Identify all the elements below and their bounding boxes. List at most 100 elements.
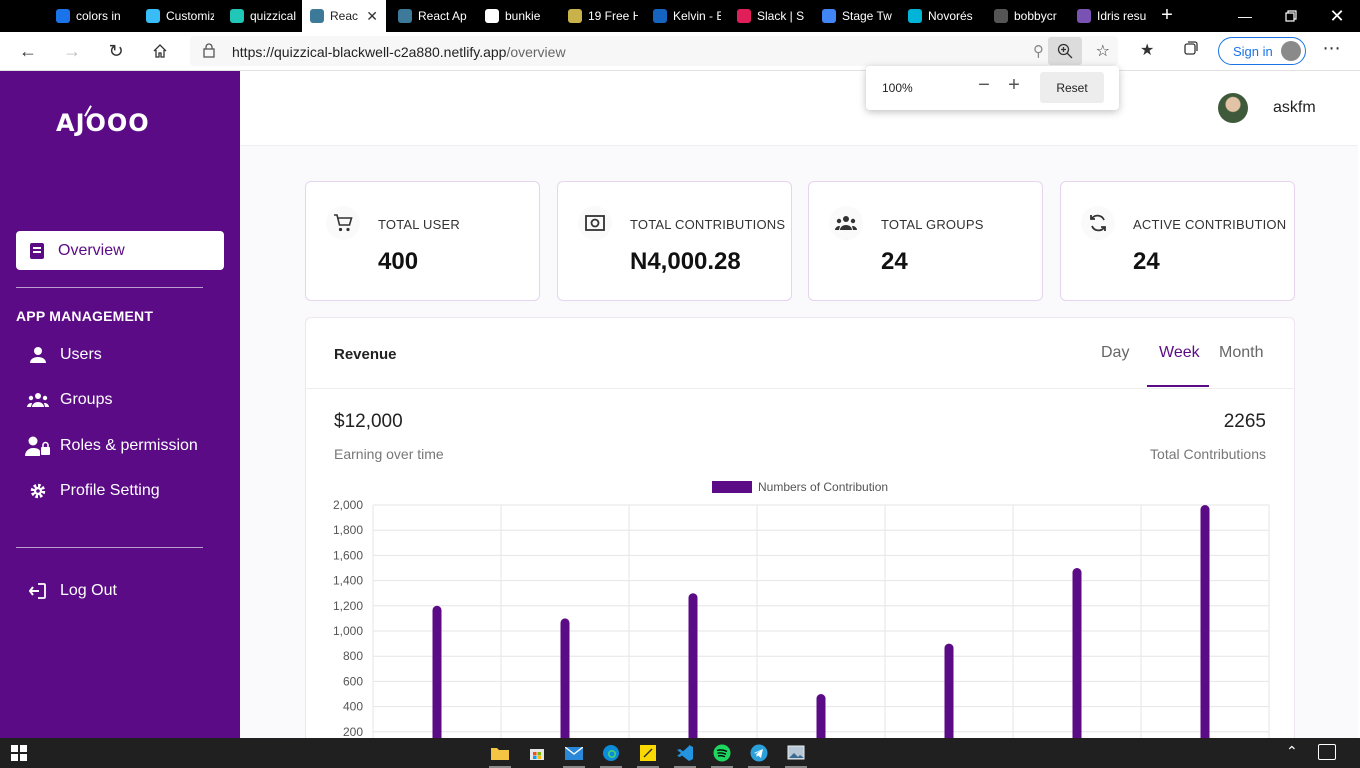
edge-icon[interactable] [600,742,622,768]
address-bar[interactable]: https://quizzical-blackwell-c2a880.netli… [190,36,1118,66]
restore-icon [1285,10,1297,22]
y-tick-label: 1,200 [333,599,363,613]
reload-button[interactable]: ↻ [102,38,130,64]
forward-button[interactable]: → [58,38,86,64]
legend-swatch [712,481,752,493]
sidebar-item-groups[interactable]: Groups [16,382,224,418]
top-header: askfm [240,71,1358,146]
browser-tab[interactable]: colors in [46,0,128,32]
main-content: askfm TOTAL USER 400 TOTAL CONTRIBUTIONS… [240,71,1358,738]
store-icon[interactable] [526,742,548,764]
zoom-in-button[interactable]: + [1004,74,1024,97]
lock-icon[interactable] [202,42,216,58]
y-tick-label: 1,400 [333,574,363,588]
tab-title: bobbycr [1014,9,1057,23]
tab-title: Kelvin - E [673,9,721,23]
tab-title: quizzical [250,9,296,23]
mail-icon[interactable] [563,742,585,768]
y-tick-label: 1,600 [333,548,363,562]
sidebar-item-label: Roles & permission [60,437,198,454]
photos-icon[interactable] [785,742,807,768]
spotify-icon[interactable] [711,742,733,768]
chart-bar [944,643,954,738]
more-options-icon[interactable]: ⋯ [1320,38,1344,59]
tab-day[interactable]: Day [1101,344,1129,362]
favorites-icon[interactable]: ★ [1140,40,1154,60]
browser-tab[interactable]: 19 Free H [558,0,638,32]
tab-title: bunkie [505,9,541,23]
logout-button[interactable]: Log Out [16,573,224,609]
browser-tab[interactable]: Stage Tw [812,0,892,32]
home-button[interactable] [146,38,174,64]
browser-tab[interactable]: Customiz [136,0,214,32]
key-icon[interactable]: ⚲ [1033,42,1044,60]
stat-card-total-contributions: TOTAL CONTRIBUTIONS N4,000.28 [557,181,792,301]
zoom-indicator-button[interactable] [1048,37,1082,65]
revenue-card: Revenue Day Week Month $12,000 Earning o… [305,317,1295,738]
avatar[interactable] [1218,93,1248,123]
y-tick-label: 2,000 [333,498,363,512]
tab-title: Stage Tw [842,9,892,23]
bootstrap-icon [1077,9,1091,23]
stat-card-active-contribution: ACTIVE CONTRIBUTION 24 [1060,181,1295,301]
chart-bar [1200,505,1210,738]
y-tick-label: 1,800 [333,523,363,537]
logout-icon [29,583,46,599]
vscode-icon[interactable] [674,742,696,768]
notification-icon[interactable] [1318,744,1336,760]
stat-value: 24 [881,248,908,275]
sign-in-button[interactable]: Sign in [1218,37,1306,65]
logout-label: Log Out [60,582,117,599]
collections-icon[interactable] [1183,40,1199,61]
chart-bar [1072,568,1082,738]
browser-toolbar: ← → ↻ https://quizzical-blackwell-c2a880… [0,32,1360,71]
close-tab-icon[interactable]: ✕ [366,8,378,25]
new-tab-button[interactable]: + [1156,4,1178,27]
browser-tab[interactable]: Reac ✕ [302,0,386,32]
browser-tab[interactable]: Novorés [898,0,978,32]
browser-tab[interactable]: Kelvin - E [643,0,721,32]
browser-tab[interactable]: Idris resu [1067,0,1149,32]
sidebar-item-label: Users [60,346,102,363]
close-window-button[interactable]: ✕ [1314,0,1360,32]
go-icon [568,9,582,23]
cash-icon [585,215,605,231]
browser-tab[interactable]: Slack | S [727,0,807,32]
browser-tab[interactable]: bunkie [475,0,553,32]
restore-button[interactable] [1268,0,1314,32]
browser-tab[interactable]: React Ap [388,0,470,32]
netlify-icon [230,9,244,23]
minimize-button[interactable]: — [1222,0,1268,32]
zoom-reset-button[interactable]: Reset [1040,72,1104,103]
browser-tab[interactable]: bobbycr [984,0,1062,32]
windows-taskbar: ⌃ [0,738,1360,768]
username[interactable]: askfm [1273,99,1316,117]
sidebar-item-roles[interactable]: Roles & permission [16,428,224,464]
chevron-up-icon[interactable]: ⌃ [1286,743,1298,760]
sidebar-item-overview[interactable]: Overview [16,231,224,270]
browser-tab[interactable]: quizzical [220,0,296,32]
back-button[interactable]: ← [14,38,42,64]
add-favorite-icon[interactable]: ☆ [1096,41,1110,61]
zoom-popup: 100% − + Reset [866,66,1119,110]
novoresume-icon [908,9,922,23]
tab-month[interactable]: Month [1219,344,1263,362]
zoom-level: 100% [882,81,913,95]
file-explorer-icon[interactable] [489,742,511,768]
windows-icon [11,745,27,761]
tab-week[interactable]: Week [1159,344,1200,362]
tab-title: React Ap [418,9,467,23]
groups-icon [27,393,49,407]
zoom-out-button[interactable]: − [974,74,994,97]
sticky-notes-icon[interactable] [637,742,659,768]
react-icon [310,9,324,23]
refresh-icon [1090,214,1106,232]
tab-title: colors in [76,9,121,23]
telegram-icon[interactable] [748,742,770,768]
stat-label: ACTIVE CONTRIBUTION [1133,217,1287,232]
sidebar-item-users[interactable]: Users [16,337,224,373]
chart-bar [560,618,570,738]
sidebar-item-profile-setting[interactable]: Profile Setting [16,473,224,509]
start-button[interactable] [8,742,30,764]
app-logo[interactable]: AJOOO [56,109,150,137]
